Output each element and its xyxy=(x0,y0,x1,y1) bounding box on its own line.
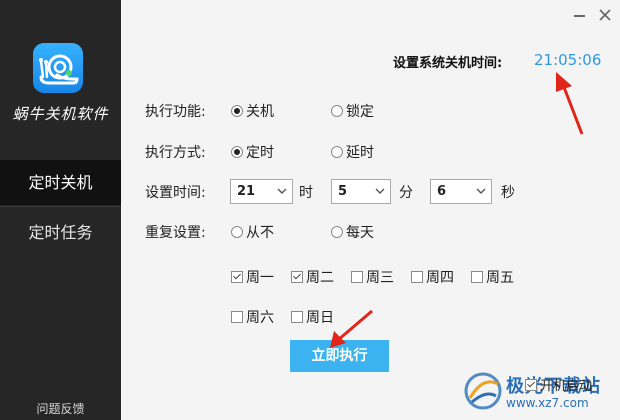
chevron-down-icon xyxy=(476,188,486,194)
checkbox-icon xyxy=(231,271,243,283)
snail-icon xyxy=(39,54,79,85)
checkbox-monday[interactable]: 周一 xyxy=(231,267,274,287)
checkbox-icon xyxy=(291,271,303,283)
radio-shutdown[interactable]: 关机 xyxy=(231,101,274,121)
feedback-link[interactable]: 问题反馈 xyxy=(0,400,121,417)
repeat-label: 重复设置: xyxy=(145,225,206,241)
second-unit: 秒 xyxy=(501,185,515,201)
checkbox-icon xyxy=(411,271,423,283)
close-icon[interactable] xyxy=(596,6,614,24)
checkbox-saturday[interactable]: 周六 xyxy=(231,307,274,327)
app-logo xyxy=(33,43,83,93)
radio-circle-icon xyxy=(331,226,343,238)
radio-circle-icon xyxy=(231,146,243,158)
sidebar-item-scheduled-shutdown[interactable]: 定时关机 xyxy=(0,160,121,205)
radio-scheduled[interactable]: 定时 xyxy=(231,142,274,162)
watermark-logo-icon xyxy=(464,372,502,410)
system-time-value: 21:05:06 xyxy=(534,51,602,69)
arrow-annotation-icon xyxy=(556,72,584,135)
sidebar-item-scheduled-tasks[interactable]: 定时任务 xyxy=(0,210,121,255)
radio-circle-icon xyxy=(331,146,343,158)
minimize-icon[interactable] xyxy=(570,6,588,24)
checkbox-friday[interactable]: 周五 xyxy=(471,267,514,287)
radio-daily[interactable]: 每天 xyxy=(331,222,374,242)
system-time-label: 设置系统关机时间: xyxy=(393,56,503,71)
checkbox-icon xyxy=(351,271,363,283)
minute-unit: 分 xyxy=(399,185,413,201)
hour-select[interactable]: 21 xyxy=(230,179,293,204)
execute-now-button[interactable]: 立即执行 xyxy=(290,340,389,372)
checkbox-tuesday[interactable]: 周二 xyxy=(291,267,334,287)
radio-never[interactable]: 从不 xyxy=(231,222,274,242)
method-label: 执行方式: xyxy=(145,145,206,161)
minute-select[interactable]: 5 xyxy=(331,179,391,204)
radio-circle-icon xyxy=(331,105,343,117)
function-label: 执行功能: xyxy=(145,104,206,120)
chevron-down-icon xyxy=(277,188,287,194)
checkbox-icon xyxy=(291,311,303,323)
radio-lock[interactable]: 锁定 xyxy=(331,101,374,121)
second-select[interactable]: 6 xyxy=(430,179,492,204)
watermark-url: www.xz7.com xyxy=(506,396,589,410)
checkbox-icon xyxy=(525,379,537,391)
hour-unit: 时 xyxy=(299,185,313,201)
checkbox-thursday[interactable]: 周四 xyxy=(411,267,454,287)
chevron-down-icon xyxy=(375,188,385,194)
time-label: 设置时间: xyxy=(145,185,206,201)
sidebar-divider xyxy=(0,206,121,207)
checkbox-wednesday[interactable]: 周三 xyxy=(351,267,394,287)
checkbox-icon xyxy=(471,271,483,283)
autostart-checkbox[interactable]: 开机启动 xyxy=(525,375,592,394)
sidebar: 蜗牛关机软件 定时关机 定时任务 问题反馈 xyxy=(0,0,121,420)
checkbox-sunday[interactable]: 周日 xyxy=(291,307,334,327)
checkbox-icon xyxy=(231,311,243,323)
radio-circle-icon xyxy=(231,226,243,238)
radio-delay[interactable]: 延时 xyxy=(331,142,374,162)
radio-circle-icon xyxy=(231,105,243,117)
app-name: 蜗牛关机软件 xyxy=(12,105,109,123)
